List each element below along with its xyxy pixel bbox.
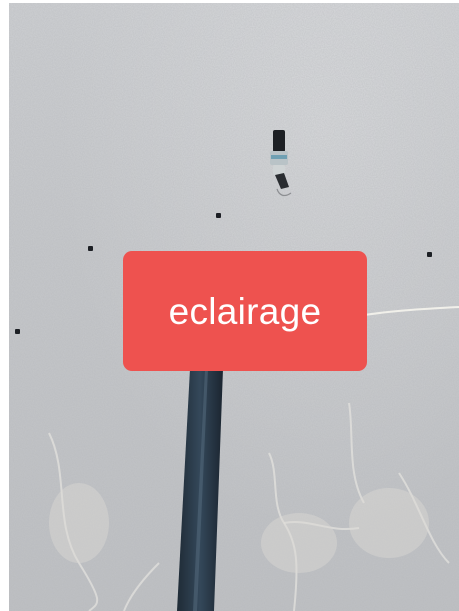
wall-photo: eclairage	[9, 3, 459, 611]
label-badge: eclairage	[123, 251, 367, 371]
photo-frame: eclairage	[0, 0, 459, 611]
label-text: eclairage	[168, 290, 322, 332]
